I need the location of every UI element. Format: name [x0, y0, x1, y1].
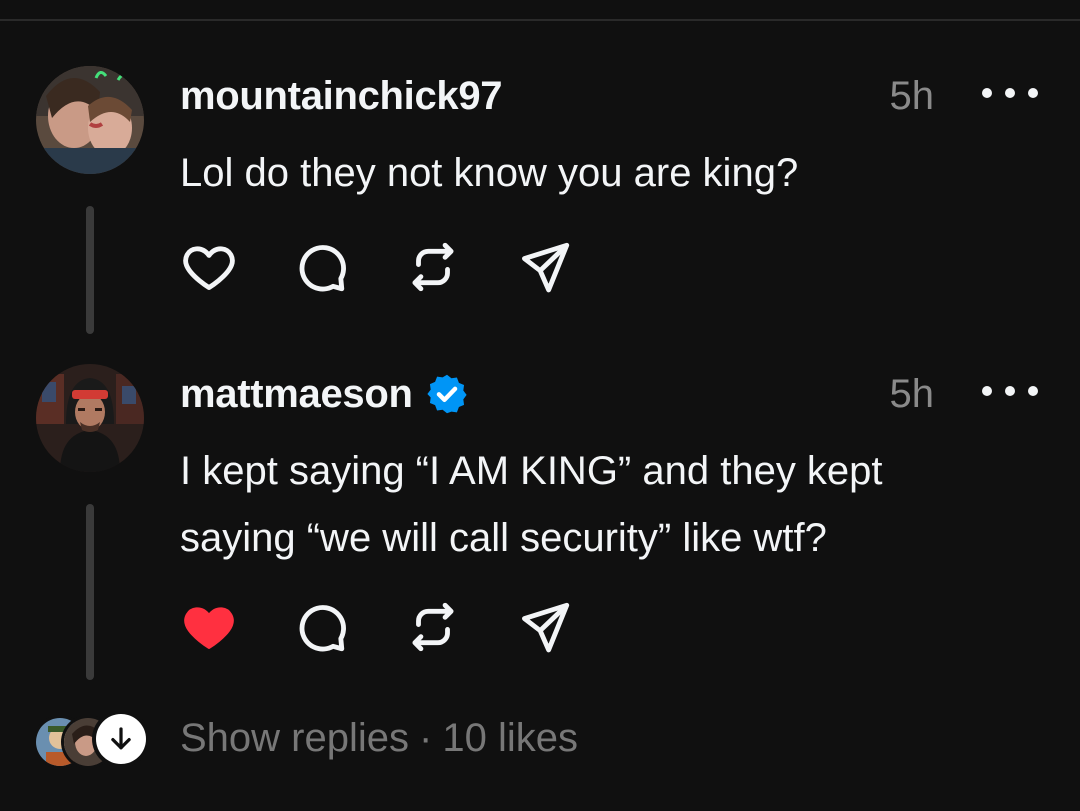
timestamp: 5h	[889, 372, 935, 416]
repost-button[interactable]	[404, 598, 462, 656]
comment-line: I kept saying “I AM KING” and they kept	[180, 449, 883, 493]
action-bar	[180, 598, 628, 656]
timestamp: 5h	[889, 74, 935, 118]
separator: ·	[419, 716, 433, 760]
top-divider	[0, 19, 1080, 21]
share-button[interactable]	[516, 598, 574, 656]
man-in-red-headband-avatar	[36, 364, 144, 472]
username[interactable]: mattmaeson	[180, 372, 413, 417]
like-button[interactable]	[180, 598, 238, 656]
repost-button[interactable]	[404, 238, 462, 296]
comment-button[interactable]	[292, 598, 350, 656]
dot	[982, 386, 992, 396]
comment-text: Lol do they not know you are king?	[180, 140, 1040, 207]
arrow-down-icon	[111, 727, 131, 750]
threads-reply-view: mountainchick97 5h Lol do they not know …	[0, 0, 1080, 811]
avatar[interactable]	[36, 66, 144, 174]
username[interactable]: mountainchick97	[180, 74, 503, 119]
thread-line	[86, 504, 94, 680]
heart-icon	[184, 607, 234, 649]
dot	[1028, 88, 1038, 98]
dot	[982, 88, 992, 98]
like-button[interactable]	[180, 238, 238, 296]
share-icon	[522, 242, 570, 293]
avatar[interactable]	[36, 364, 144, 472]
thread-line	[86, 206, 94, 334]
heart-icon	[183, 246, 235, 290]
comment-icon	[299, 245, 346, 292]
username-row: mattmaeson	[180, 370, 469, 418]
more-options-icon[interactable]	[982, 78, 1038, 108]
comment-icon	[299, 605, 346, 652]
username-row: mountainchick97	[180, 72, 503, 120]
dot	[1028, 386, 1038, 396]
comment-text: I kept saying “I AM KING” and they kept …	[180, 438, 1040, 572]
likes-count[interactable]: 10 likes	[442, 716, 578, 760]
action-bar	[180, 238, 628, 296]
comment-line: Lol do they not know you are king?	[180, 151, 799, 195]
repost-icon	[412, 242, 454, 292]
expand-replies-button[interactable]	[96, 714, 146, 764]
dot	[1005, 88, 1015, 98]
comment-button[interactable]	[292, 238, 350, 296]
verified-badge-icon	[425, 372, 469, 416]
more-options-icon[interactable]	[982, 376, 1038, 406]
dot	[1005, 386, 1015, 396]
show-replies-link[interactable]: Show replies	[180, 716, 409, 760]
share-button[interactable]	[516, 238, 574, 296]
share-icon	[522, 602, 570, 653]
comment-line: saying “we will call security” like wtf?	[180, 516, 827, 560]
replies-footer: Show replies · 10 likes	[0, 712, 1080, 772]
footer-text: Show replies · 10 likes	[180, 716, 578, 761]
two-people-selfie-avatar	[36, 66, 144, 174]
repost-icon	[412, 602, 454, 652]
